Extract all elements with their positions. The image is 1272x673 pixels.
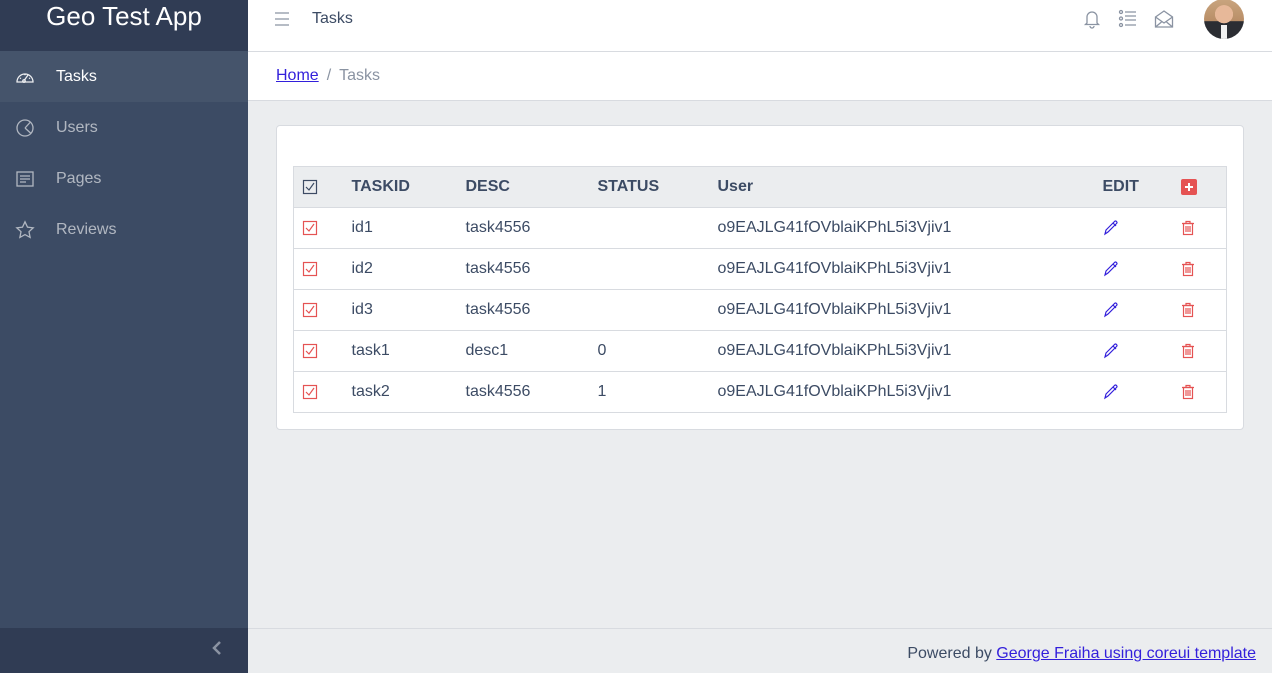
sidebar-item-tasks[interactable]: Tasks — [0, 51, 248, 102]
cell-status: 0 — [585, 330, 706, 372]
cell-desc: desc1 — [453, 330, 586, 372]
breadcrumb-separator: / — [326, 67, 332, 84]
sidebar: Geo Test App Tasks Users Pages Reviews — [0, 0, 248, 673]
column-header-edit: EDIT — [1090, 166, 1169, 208]
tasks-card: TASKID DESC STATUS User EDIT id1 task455… — [276, 125, 1244, 430]
checkbox-checked-icon — [302, 343, 318, 359]
add-task-button[interactable] — [1180, 178, 1197, 195]
column-header-taskid: TASKID — [339, 166, 454, 208]
cell-desc: task4556 — [453, 248, 586, 290]
cell-taskid: id3 — [339, 289, 454, 331]
cell-taskid: task2 — [339, 371, 454, 413]
table-header-row: TASKID DESC STATUS User EDIT — [293, 166, 1227, 208]
cell-status: 1 — [585, 371, 706, 413]
column-header-user: User — [705, 166, 1091, 208]
cell-taskid: id1 — [339, 207, 454, 249]
bell-icon[interactable] — [1074, 9, 1110, 29]
footer: Powered by George Fraiha using coreui te… — [248, 628, 1272, 673]
select-all-header[interactable] — [293, 166, 340, 208]
row-select-cell[interactable] — [293, 248, 340, 290]
user-avatar[interactable] — [1204, 0, 1244, 39]
row-select-cell[interactable] — [293, 207, 340, 249]
trash-icon[interactable] — [1181, 384, 1195, 400]
chevron-left-icon — [212, 641, 222, 660]
column-header-desc: DESC — [453, 166, 586, 208]
add-column-header — [1168, 166, 1227, 208]
tasks-table: TASKID DESC STATUS User EDIT id1 task455… — [293, 166, 1227, 413]
sidebar-item-label: Users — [56, 118, 98, 136]
breadcrumb: Home / Tasks — [276, 67, 380, 85]
row-select-cell[interactable] — [293, 330, 340, 372]
edit-cell — [1090, 248, 1169, 290]
notes-icon — [0, 169, 56, 189]
cell-desc: task4556 — [453, 371, 586, 413]
sidebar-item-label: Pages — [56, 169, 102, 187]
pencil-icon[interactable] — [1103, 384, 1119, 400]
edit-cell — [1090, 289, 1169, 331]
cell-status — [585, 248, 706, 290]
checkbox-checked-icon — [302, 302, 318, 318]
pencil-icon[interactable] — [1103, 220, 1119, 236]
cell-desc: task4556 — [453, 289, 586, 331]
checkbox-checked-icon — [302, 179, 318, 195]
table-row: id1 task4556 o9EAJLG41fOVblaiKPhL5i3Vjiv… — [293, 207, 1227, 249]
footer-credit-link[interactable]: George Fraiha using coreui template — [996, 645, 1256, 662]
row-select-cell[interactable] — [293, 371, 340, 413]
edit-cell — [1090, 371, 1169, 413]
cell-user: o9EAJLG41fOVblaiKPhL5i3Vjiv1 — [705, 248, 1091, 290]
checkbox-checked-icon — [302, 220, 318, 236]
breadcrumb-current: Tasks — [339, 67, 381, 84]
sidebar-item-label: Tasks — [56, 67, 97, 85]
column-header-status: STATUS — [585, 166, 706, 208]
footer-prefix: Powered by — [907, 645, 992, 662]
chart-pie-icon — [0, 118, 56, 138]
table-row: id2 task4556 o9EAJLG41fOVblaiKPhL5i3Vjiv… — [293, 248, 1227, 290]
cell-user: o9EAJLG41fOVblaiKPhL5i3Vjiv1 — [705, 289, 1091, 331]
cell-taskid: id2 — [339, 248, 454, 290]
sidebar-item-pages[interactable]: Pages — [0, 153, 248, 204]
pencil-icon[interactable] — [1103, 261, 1119, 277]
row-select-cell[interactable] — [293, 289, 340, 331]
sidebar-minimizer-button[interactable] — [0, 628, 248, 673]
sidebar-brand[interactable]: Geo Test App — [0, 0, 248, 51]
speedometer-icon — [0, 67, 56, 87]
cell-status — [585, 289, 706, 331]
cell-user: o9EAJLG41fOVblaiKPhL5i3Vjiv1 — [705, 330, 1091, 372]
sidebar-item-label: Reviews — [56, 220, 117, 238]
delete-cell — [1168, 330, 1227, 372]
header: Tasks — [248, 0, 1272, 52]
cell-status — [585, 207, 706, 249]
list-icon[interactable] — [1110, 9, 1146, 29]
table-row: task1 desc1 0 o9EAJLG41fOVblaiKPhL5i3Vji… — [293, 330, 1227, 372]
cell-user: o9EAJLG41fOVblaiKPhL5i3Vjiv1 — [705, 371, 1091, 413]
sidebar-item-users[interactable]: Users — [0, 102, 248, 153]
cell-taskid: task1 — [339, 330, 454, 372]
delete-cell — [1168, 248, 1227, 290]
trash-icon[interactable] — [1181, 220, 1195, 236]
cell-user: o9EAJLG41fOVblaiKPhL5i3Vjiv1 — [705, 207, 1091, 249]
trash-icon[interactable] — [1181, 302, 1195, 318]
trash-icon[interactable] — [1181, 343, 1195, 359]
pencil-icon[interactable] — [1103, 302, 1119, 318]
pencil-icon[interactable] — [1103, 343, 1119, 359]
subheader: Home / Tasks — [248, 52, 1272, 101]
delete-cell — [1168, 371, 1227, 413]
delete-cell — [1168, 289, 1227, 331]
star-icon — [0, 219, 56, 240]
header-title[interactable]: Tasks — [312, 10, 353, 28]
edit-cell — [1090, 207, 1169, 249]
table-row: id3 task4556 o9EAJLG41fOVblaiKPhL5i3Vjiv… — [293, 289, 1227, 331]
delete-cell — [1168, 207, 1227, 249]
sidebar-item-reviews[interactable]: Reviews — [0, 204, 248, 255]
edit-cell — [1090, 330, 1169, 372]
breadcrumb-home-link[interactable]: Home — [276, 67, 319, 85]
envelope-open-icon[interactable] — [1146, 9, 1182, 29]
checkbox-checked-icon — [302, 261, 318, 277]
trash-icon[interactable] — [1181, 261, 1195, 277]
cell-desc: task4556 — [453, 207, 586, 249]
checkbox-checked-icon — [302, 384, 318, 400]
menu-toggler-icon[interactable] — [274, 11, 290, 27]
table-row: task2 task4556 1 o9EAJLG41fOVblaiKPhL5i3… — [293, 371, 1227, 413]
